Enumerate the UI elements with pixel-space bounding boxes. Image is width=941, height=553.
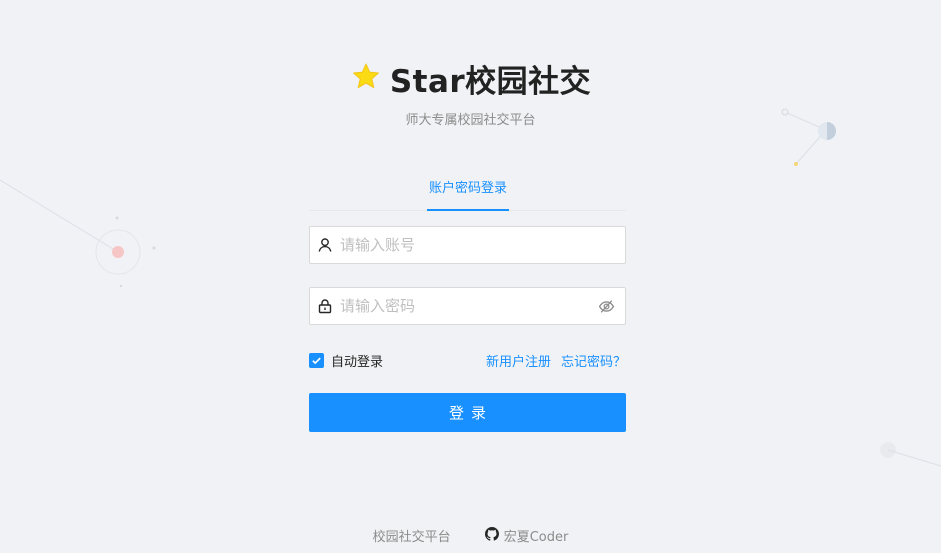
login-tabs: 账户密码登录 xyxy=(309,176,626,211)
tab-label: 账户密码登录 xyxy=(428,181,507,196)
login-options: 自动登录 新用户注册 忘记密码？ xyxy=(309,349,626,371)
github-icon xyxy=(484,526,499,545)
auto-login-checkbox[interactable]: 自动登录 xyxy=(309,351,383,370)
bottom-right-decoration xyxy=(880,442,941,467)
tab-account-password[interactable]: 账户密码登录 xyxy=(427,176,509,211)
eye-invisible-icon[interactable] xyxy=(587,298,625,315)
checkbox-checked-icon[interactable] xyxy=(309,352,324,368)
forgot-password-link[interactable]: 忘记密码？ xyxy=(561,351,626,370)
footer-platform-link[interactable]: 校园社交平台 xyxy=(373,526,451,545)
account-links: 新用户注册 忘记密码？ xyxy=(486,351,626,370)
account-field[interactable] xyxy=(309,226,626,264)
login-button[interactable]: 登录 xyxy=(309,393,626,432)
password-field[interactable] xyxy=(309,287,626,325)
password-input[interactable] xyxy=(340,288,587,324)
auto-login-label: 自动登录 xyxy=(331,354,384,370)
register-link[interactable]: 新用户注册 xyxy=(486,351,551,370)
lock-icon xyxy=(310,298,340,314)
brand-subtitle: 师大专属校园社交平台 xyxy=(405,113,536,128)
footer-author-link[interactable]: 宏夏Coder xyxy=(484,526,569,545)
user-icon xyxy=(310,237,340,253)
author-name: 宏夏Coder xyxy=(503,530,569,545)
brand-title: Star校园社交 xyxy=(389,64,592,100)
brand-header: Star校园社交 xyxy=(0,56,941,101)
footer: 校园社交平台 宏夏Coder xyxy=(0,526,941,545)
left-orbit-decoration xyxy=(0,179,156,288)
star-icon xyxy=(350,61,382,97)
tab-active-indicator xyxy=(427,209,509,211)
account-input[interactable] xyxy=(340,227,625,263)
